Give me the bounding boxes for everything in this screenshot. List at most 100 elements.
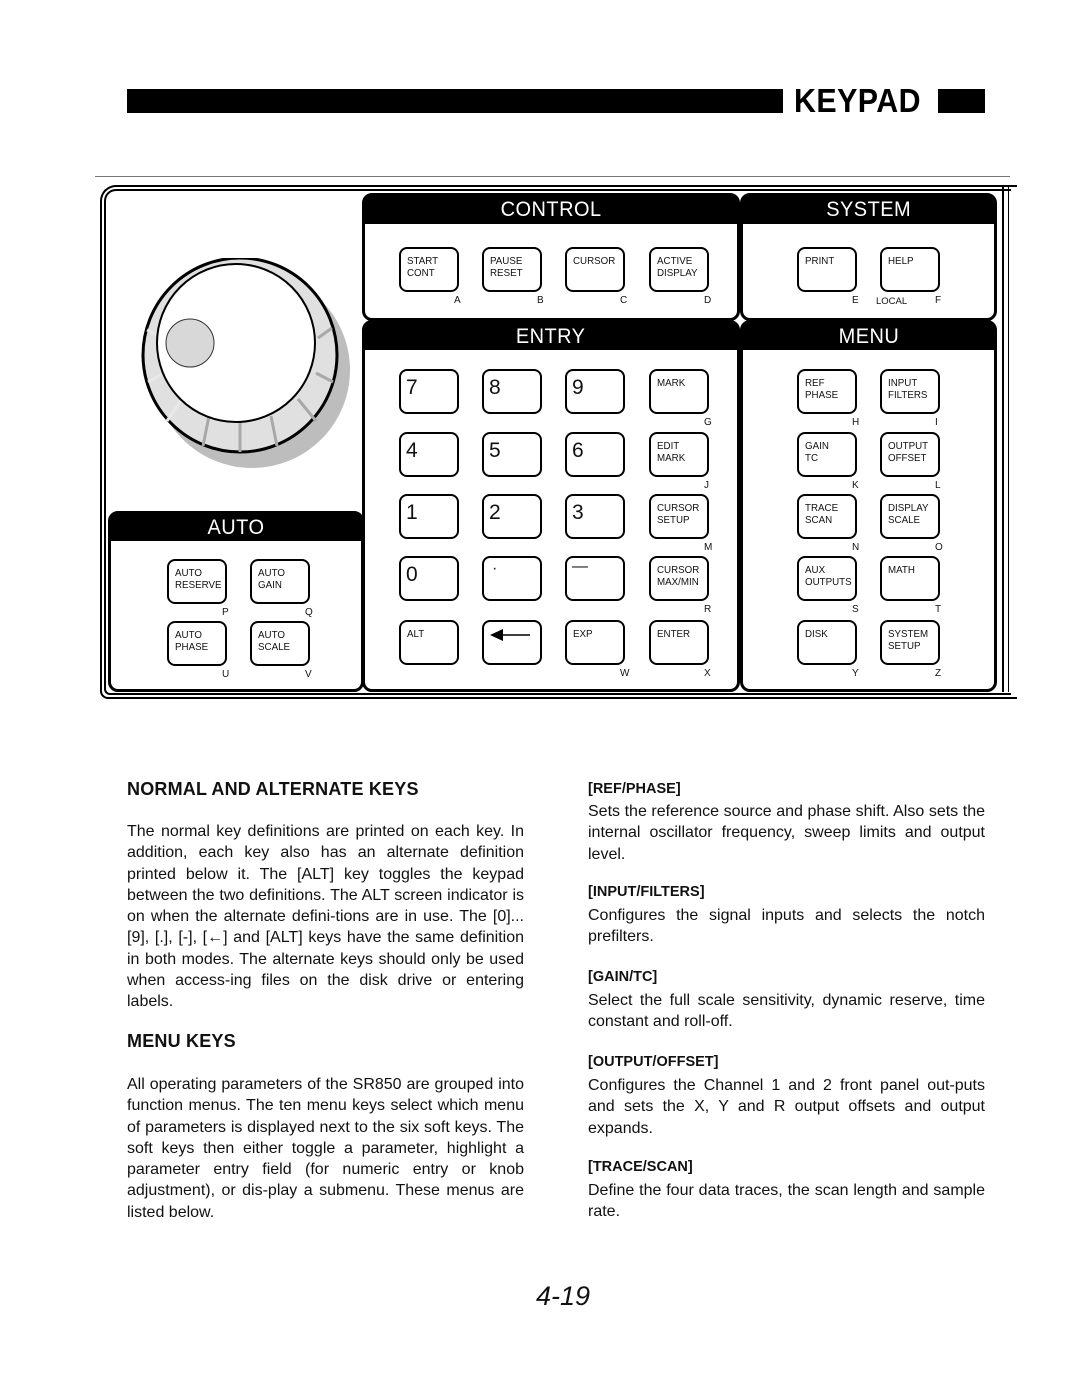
key-label: DISK [805, 628, 828, 640]
alternate-key-label: R [704, 604, 712, 615]
alternate-key-label: X [704, 668, 711, 679]
alternate-key-label: O [935, 542, 943, 553]
cursor-max-min-key[interactable]: CURSOR MAX/MIN [649, 556, 709, 601]
alternate-key-label: H [852, 417, 860, 428]
key-label: AUTO SCALE [258, 629, 291, 653]
menu-description-text: Define the four data traces, the scan le… [588, 1182, 985, 1221]
start-cont-key[interactable]: START CONT [399, 247, 459, 292]
key-label: EXP [573, 628, 593, 640]
key-label: · [492, 560, 498, 577]
key-label: CURSOR SETUP [657, 502, 700, 526]
0-key[interactable]: 0 [399, 556, 459, 601]
header-end-block [938, 89, 985, 113]
1-key[interactable]: 1 [399, 494, 459, 539]
alternate-key-label: E [852, 295, 859, 306]
7-key[interactable]: 7 [399, 369, 459, 414]
auto-reserve-key[interactable]: AUTO RESERVE [167, 559, 227, 604]
key-label: INPUT FILTERS [888, 377, 928, 401]
alt-key[interactable]: ALT [399, 620, 459, 665]
knob-icon[interactable] [140, 258, 360, 483]
alternate-key-label: G [704, 417, 712, 428]
5-key[interactable]: 5 [482, 432, 542, 477]
ref-phase-key[interactable]: REF PHASE [797, 369, 857, 414]
active-display-key[interactable]: ACTIVE DISPLAY [649, 247, 709, 292]
math-key[interactable]: MATH [880, 556, 940, 601]
pause-reset-key[interactable]: PAUSE RESET [482, 247, 542, 292]
key-label: OUTPUT OFFSET [888, 440, 929, 464]
menu-description-text: Configures the Channel 1 and 2 front pan… [588, 1077, 985, 1137]
key-label: SYSTEM SETUP [888, 628, 929, 652]
backspace-key[interactable] [482, 620, 542, 665]
entry-section-title: ENTRY [365, 323, 737, 350]
menu-keys-text: All operating parameters of the SR850 ar… [127, 1076, 524, 1221]
9-key[interactable]: 9 [565, 369, 625, 414]
key-label: 3 [572, 501, 584, 524]
key-label: GAIN TC [805, 440, 829, 464]
key-label: MATH [888, 564, 915, 576]
alternate-key-label: U [222, 669, 230, 680]
key-label: AUTO GAIN [258, 567, 285, 591]
alternate-key-label: M [704, 542, 713, 553]
exp-key[interactable]: EXP [565, 620, 625, 665]
4-key[interactable]: 4 [399, 432, 459, 477]
key-label: 9 [572, 376, 584, 399]
alternate-key-label: I [935, 417, 938, 428]
output-offset-key[interactable]: OUTPUT OFFSET [880, 432, 940, 477]
trace-scan-key[interactable]: TRACE SCAN [797, 494, 857, 539]
auto-section-title: AUTO [111, 514, 361, 541]
cursor-setup-key[interactable]: CURSOR SETUP [649, 494, 709, 539]
key-label: 0 [406, 563, 418, 586]
minus-key[interactable]: — [565, 556, 625, 601]
key-label: 7 [406, 376, 418, 399]
key-label: 2 [489, 501, 501, 524]
print-key[interactable]: PRINT [797, 247, 857, 292]
aux-outputs-key[interactable]: AUX OUTPUTS [797, 556, 857, 601]
menu-description-text: Sets the reference source and phase shif… [588, 803, 985, 863]
key-label: 8 [489, 376, 501, 399]
alternate-key-label: W [620, 668, 630, 679]
alternate-key-label: S [852, 604, 859, 615]
alternate-key-label: T [935, 604, 942, 615]
help-key[interactable]: HELP [880, 247, 940, 292]
auto-phase-key[interactable]: AUTO PHASE [167, 621, 227, 666]
auto-gain-key[interactable]: AUTO GAIN [250, 559, 310, 604]
alternate-key-label: N [852, 542, 860, 553]
mark-key[interactable]: MARK [649, 369, 709, 414]
alternate-key-label: K [852, 480, 859, 491]
input-filters-key[interactable]: INPUT FILTERS [880, 369, 940, 414]
backspace-arrow-icon [490, 629, 530, 641]
system-section: SYSTEM [740, 193, 997, 321]
alternate-key-label: C [620, 295, 628, 306]
key-label: AUTO RESERVE [175, 567, 222, 591]
key-label: DISPLAY SCALE [888, 502, 929, 526]
menu-description-heading: [INPUT/FILTERS] [588, 884, 705, 900]
normal-alternate-text: The normal key definitions are printed o… [127, 823, 524, 1011]
2-key[interactable]: 2 [482, 494, 542, 539]
6-key[interactable]: 6 [565, 432, 625, 477]
disk-key[interactable]: DISK [797, 620, 857, 665]
system-setup-key[interactable]: SYSTEM SETUP [880, 620, 940, 665]
key-label: 5 [489, 439, 501, 462]
key-label: TRACE SCAN [805, 502, 839, 526]
alternate-key-label: Z [935, 668, 942, 679]
decimal-point-key[interactable]: · [482, 556, 542, 601]
3-key[interactable]: 3 [565, 494, 625, 539]
key-label: CURSOR MAX/MIN [657, 564, 700, 588]
alternate-key-label: F [935, 295, 942, 306]
key-label: PAUSE RESET [490, 255, 523, 279]
key-label: CURSOR [573, 255, 616, 267]
auto-scale-key[interactable]: AUTO SCALE [250, 621, 310, 666]
menu-section-title: MENU [743, 323, 994, 350]
key-label: 6 [572, 439, 584, 462]
gain-tc-key[interactable]: GAIN TC [797, 432, 857, 477]
cursor-key[interactable]: CURSOR [565, 247, 625, 292]
edit-mark-key[interactable]: EDIT MARK [649, 432, 709, 477]
display-scale-key[interactable]: DISPLAY SCALE [880, 494, 940, 539]
menu-description-text: Select the full scale sensitivity, dynam… [588, 992, 985, 1031]
divider [95, 176, 1010, 177]
enter-key[interactable]: ENTER [649, 620, 709, 665]
header-rule-bar [127, 89, 783, 113]
8-key[interactable]: 8 [482, 369, 542, 414]
menu-keys-heading: MENU KEYS [127, 1031, 236, 1051]
alternate-key-label: J [704, 480, 709, 491]
